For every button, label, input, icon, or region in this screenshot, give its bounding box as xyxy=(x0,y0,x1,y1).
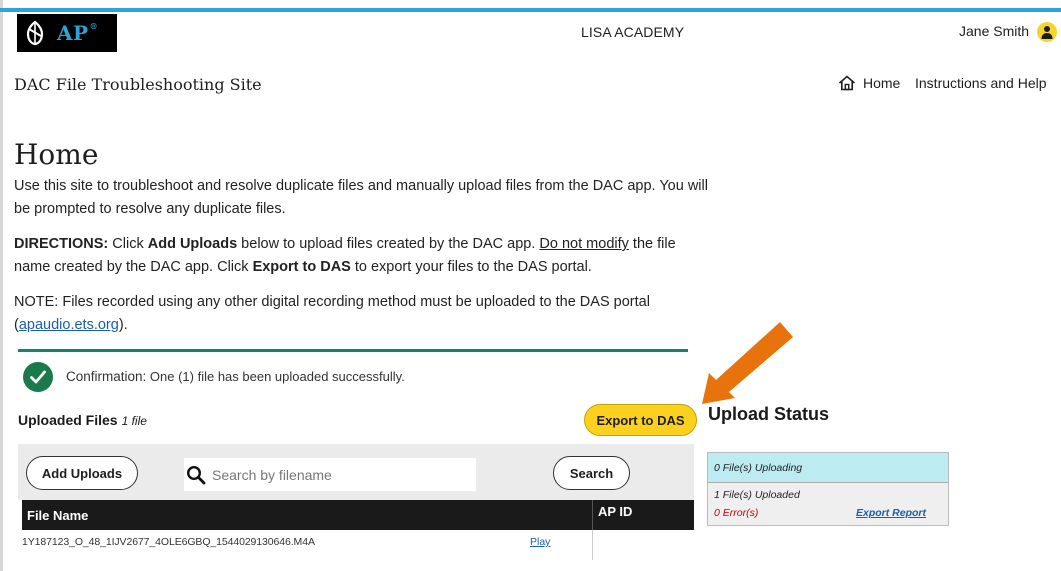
uploaded-count: 1 File(s) Uploaded xyxy=(714,489,800,501)
column-divider xyxy=(592,530,593,560)
table-header: File Name AP ID xyxy=(22,500,694,530)
page-title: Home xyxy=(14,138,99,171)
ap-logo[interactable]: AP® xyxy=(17,14,117,52)
directions-label: DIRECTIONS: xyxy=(14,236,109,252)
note-text: NOTE: Files recorded using any other dig… xyxy=(14,294,650,333)
ap-logo-icon xyxy=(25,20,45,46)
arrow-icon xyxy=(702,322,793,404)
confirmation-label: Confirmation: xyxy=(66,369,147,384)
site-title: DAC File Troubleshooting Site xyxy=(14,75,262,94)
ap-logo-text: AP® xyxy=(57,21,99,45)
nav-instructions-help-link[interactable]: Instructions and Help xyxy=(915,75,1047,91)
search-button[interactable]: Search xyxy=(553,456,630,490)
confirmation-divider xyxy=(18,349,688,352)
export-report-link[interactable]: Export Report xyxy=(856,507,926,519)
logo-mark: ® xyxy=(89,21,99,31)
school-name: LISA ACADEMY xyxy=(581,24,685,40)
top-header: AP® LISA ACADEMY Jane Smith xyxy=(3,12,1061,52)
search-box[interactable] xyxy=(184,458,476,491)
upload-status-title: Upload Status xyxy=(708,404,830,424)
directions-do-not-modify: Do not modify xyxy=(539,236,629,252)
column-divider xyxy=(592,500,593,530)
column-header-ap-id[interactable]: AP ID xyxy=(598,504,632,519)
check-icon xyxy=(23,362,53,392)
confirmation-message: Confirmation: One (1) file has been uplo… xyxy=(66,369,405,384)
column-header-file-name[interactable]: File Name xyxy=(27,508,88,523)
directions-text: DIRECTIONS: Click Add Uploads below to u… xyxy=(14,236,676,275)
search-icon xyxy=(186,465,206,485)
uploading-row: 0 File(s) Uploading xyxy=(708,453,948,483)
home-icon xyxy=(838,75,856,91)
uploaded-files-count: 1 file xyxy=(121,414,147,428)
nav-home-label: Home xyxy=(863,75,901,91)
export-to-das-button[interactable]: Export to DAS xyxy=(584,404,697,436)
table-row: 1Y187123_O_48_1IJV2677_4OLE6GBQ_15440291… xyxy=(22,530,694,560)
uploading-count: 0 File(s) Uploading xyxy=(714,462,803,474)
das-portal-link[interactable]: apaudio.ets.org xyxy=(19,317,119,333)
uploaded-files-title: Uploaded Files 1 file xyxy=(18,412,147,428)
upload-status-card: 0 File(s) Uploading 1 File(s) Uploaded 0… xyxy=(707,452,949,526)
user-avatar-icon[interactable] xyxy=(1037,22,1057,42)
directions-add-uploads: Add Uploads xyxy=(147,236,238,252)
file-name-cell: 1Y187123_O_48_1IJV2677_4OLE6GBQ_15440291… xyxy=(22,536,315,548)
user-name[interactable]: Jane Smith xyxy=(959,23,1029,39)
play-link[interactable]: Play xyxy=(530,536,550,548)
intro-text: Use this site to troubleshoot and resolv… xyxy=(14,178,708,217)
add-uploads-button[interactable]: Add Uploads xyxy=(26,456,138,490)
nav-home-link[interactable]: Home xyxy=(838,75,900,91)
window-left-border xyxy=(0,0,3,571)
directions-export-to-das: Export to DAS xyxy=(252,259,351,275)
error-count: 0 Error(s) xyxy=(714,507,759,519)
uploaded-row: 1 File(s) Uploaded 0 Error(s) Export Rep… xyxy=(708,483,948,525)
search-input[interactable] xyxy=(212,466,462,483)
